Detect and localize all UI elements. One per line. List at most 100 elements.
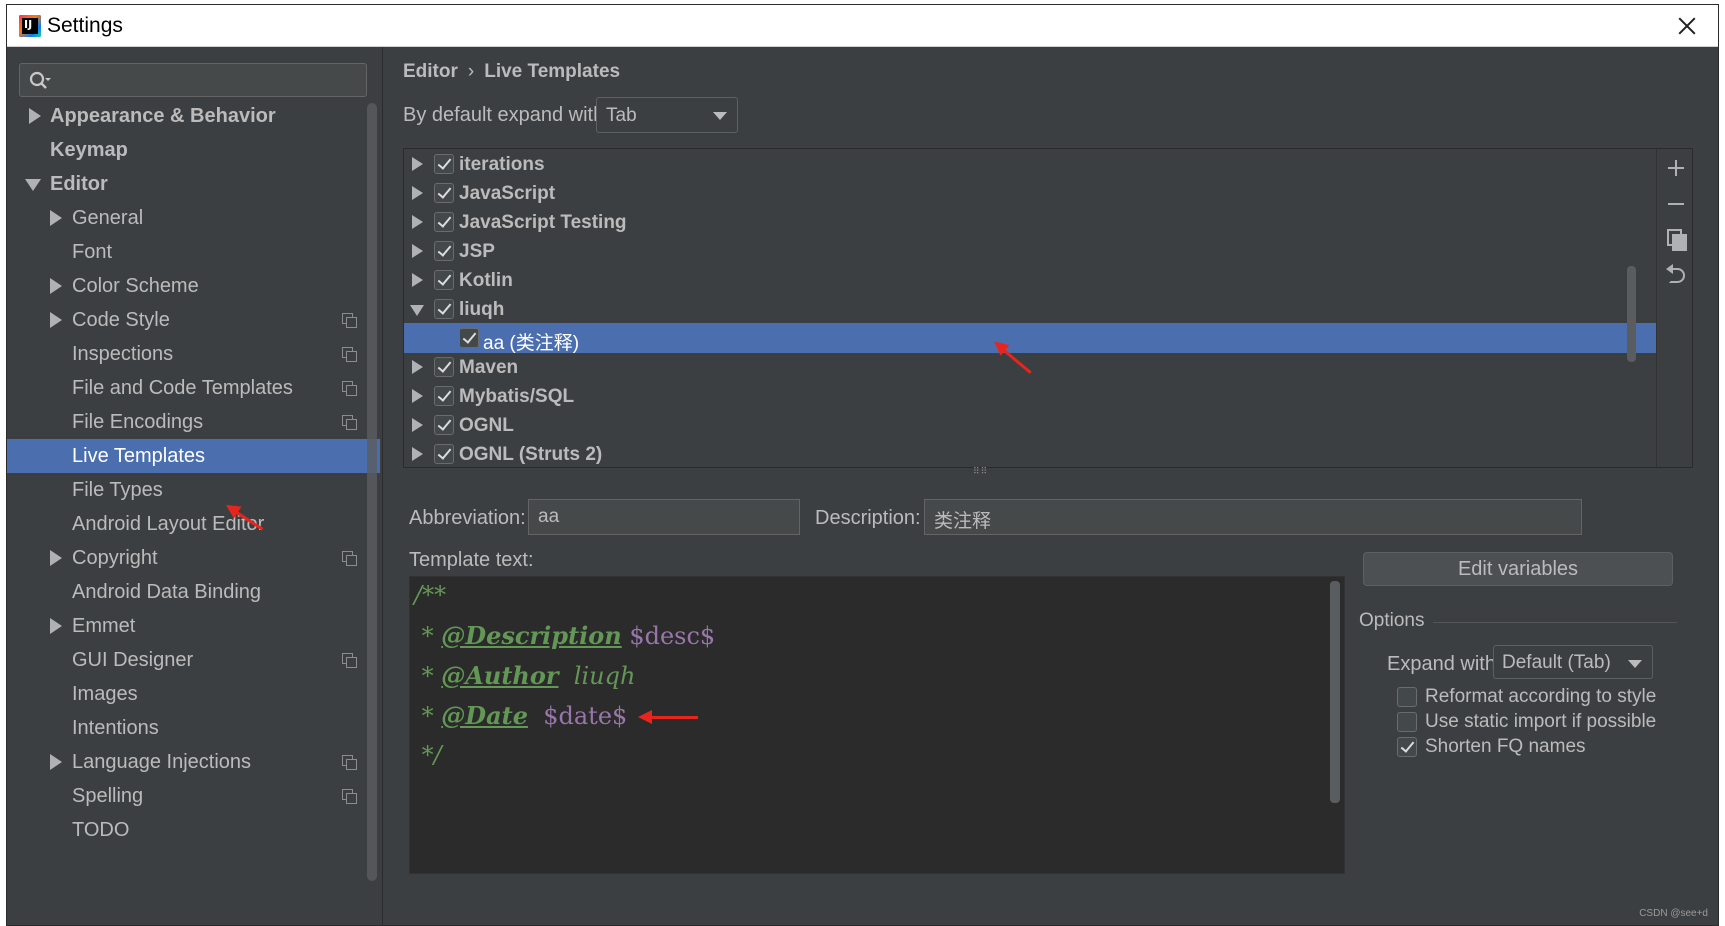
nav-file-encodings[interactable]: File Encodings xyxy=(7,405,380,439)
nav-general[interactable]: General xyxy=(7,201,380,235)
nav-appearance-behavior[interactable]: Appearance & Behavior xyxy=(7,99,380,133)
template-group-row[interactable]: JavaScript xyxy=(404,178,1656,208)
copy-icon[interactable] xyxy=(1665,227,1687,251)
expand-arrow-icon[interactable] xyxy=(412,215,423,229)
group-label: Kotlin xyxy=(459,270,513,291)
nav-editor[interactable]: Editor xyxy=(7,167,380,201)
doc-text: liuqh xyxy=(558,662,636,690)
search-input[interactable] xyxy=(54,68,354,92)
nav-emmet[interactable]: Emmet xyxy=(7,609,380,643)
nav-file-types[interactable]: File Types xyxy=(7,473,380,507)
editor-scrollbar[interactable] xyxy=(1330,581,1340,803)
group-checkbox[interactable] xyxy=(434,299,454,319)
breadcrumb-separator: › xyxy=(467,61,475,82)
remove-icon[interactable] xyxy=(1665,193,1687,215)
comment-star: * xyxy=(414,702,442,730)
nav-spelling[interactable]: Spelling xyxy=(7,779,380,813)
shorten-fq-checkbox[interactable] xyxy=(1397,737,1417,757)
collapse-arrow-icon[interactable] xyxy=(25,179,41,191)
expand-arrow-icon[interactable] xyxy=(412,447,423,461)
nav-color-scheme[interactable]: Color Scheme xyxy=(7,269,380,303)
expand-with-dropdown[interactable]: Default (Tab) xyxy=(1493,645,1653,679)
expand-arrow-icon[interactable] xyxy=(50,312,62,328)
sidebar-scrollbar[interactable] xyxy=(367,103,377,881)
breadcrumb: Editor › Live Templates xyxy=(403,61,620,83)
group-checkbox[interactable] xyxy=(434,270,454,290)
template-item-row[interactable]: aa (类注释) xyxy=(404,323,1656,354)
nav-inspections[interactable]: Inspections xyxy=(7,337,380,371)
nav-label: GUI Designer xyxy=(72,649,194,671)
template-group-row[interactable]: JavaScript Testing xyxy=(404,207,1656,237)
nav-gui-designer[interactable]: GUI Designer xyxy=(7,643,380,677)
template-group-row[interactable]: liuqh xyxy=(404,294,1656,324)
nav-label: Keymap xyxy=(50,139,128,161)
template-group-row[interactable]: Kotlin xyxy=(404,265,1656,295)
template-text-editor[interactable]: /** * @Description $desc$ * @Author liuq… xyxy=(409,576,1345,874)
group-checkbox[interactable] xyxy=(434,241,454,261)
expand-arrow-icon[interactable] xyxy=(412,157,423,171)
group-checkbox[interactable] xyxy=(434,212,454,232)
group-label: OGNL xyxy=(459,415,514,436)
nav-label: File Types xyxy=(72,479,163,501)
tree-scrollbar[interactable] xyxy=(1627,266,1636,362)
nav-android-data-binding[interactable]: Android Data Binding xyxy=(7,575,380,609)
nav-file-code-templates[interactable]: File and Code Templates xyxy=(7,371,380,405)
group-checkbox[interactable] xyxy=(434,386,454,406)
expand-arrow-icon[interactable] xyxy=(50,210,62,226)
tree-toolbar xyxy=(1656,149,1692,467)
group-label: JavaScript xyxy=(459,183,556,204)
default-expand-dropdown[interactable]: Tab xyxy=(596,97,738,133)
splitter-handle[interactable]: ⠿⠿ xyxy=(973,467,1003,477)
expand-arrow-icon[interactable] xyxy=(412,186,423,200)
expand-arrow-icon[interactable] xyxy=(412,273,423,287)
template-group-row[interactable]: Mybatis/SQL xyxy=(404,381,1656,411)
nav-live-templates[interactable]: Live Templates xyxy=(7,439,380,473)
description-field[interactable]: 类注释 xyxy=(924,499,1582,535)
nav-images[interactable]: Images xyxy=(7,677,380,711)
nav-code-style[interactable]: Code Style xyxy=(7,303,380,337)
collapse-arrow-icon[interactable] xyxy=(410,305,424,316)
group-checkbox[interactable] xyxy=(434,183,454,203)
group-checkbox[interactable] xyxy=(434,415,454,435)
expand-arrow-icon[interactable] xyxy=(29,108,41,124)
expand-arrow-icon[interactable] xyxy=(50,618,62,634)
template-group-row[interactable]: iterations xyxy=(404,149,1656,179)
group-checkbox[interactable] xyxy=(434,444,454,464)
template-checkbox[interactable] xyxy=(459,328,479,348)
static-import-checkbox[interactable] xyxy=(1397,712,1417,732)
settings-search[interactable] xyxy=(19,63,367,97)
edit-variables-button[interactable]: Edit variables xyxy=(1363,552,1673,586)
template-group-row[interactable]: Maven xyxy=(404,352,1656,382)
comment-star: * xyxy=(414,662,442,690)
nav-label: Color Scheme xyxy=(72,275,199,297)
breadcrumb-parent[interactable]: Editor xyxy=(403,61,458,82)
nav-label: Editor xyxy=(50,173,108,195)
nav-copyright[interactable]: Copyright xyxy=(7,541,380,575)
expand-arrow-icon[interactable] xyxy=(412,418,423,432)
template-group-row[interactable]: OGNL xyxy=(404,410,1656,440)
expand-arrow-icon[interactable] xyxy=(50,754,62,770)
nav-todo[interactable]: TODO xyxy=(7,813,380,847)
nav-language-injections[interactable]: Language Injections xyxy=(7,745,380,779)
template-group-row[interactable]: OGNL (Struts 2) xyxy=(404,439,1656,467)
expand-arrow-icon[interactable] xyxy=(50,278,62,294)
doc-tag: @Description xyxy=(441,621,622,650)
add-icon[interactable] xyxy=(1665,157,1687,179)
nav-label: Android Layout Editor xyxy=(72,513,265,535)
nav-keymap[interactable]: Keymap xyxy=(7,133,380,167)
restore-icon[interactable] xyxy=(1665,263,1687,285)
group-checkbox[interactable] xyxy=(434,154,454,174)
reformat-checkbox[interactable] xyxy=(1397,687,1417,707)
expand-arrow-icon[interactable] xyxy=(412,360,423,374)
expand-arrow-icon[interactable] xyxy=(50,550,62,566)
expand-arrow-icon[interactable] xyxy=(412,244,423,258)
expand-arrow-icon[interactable] xyxy=(412,389,423,403)
nav-font[interactable]: Font xyxy=(7,235,380,269)
chevron-down-icon xyxy=(1628,660,1642,668)
nav-android-layout-editor[interactable]: Android Layout Editor xyxy=(7,507,380,541)
close-button[interactable] xyxy=(1670,9,1704,43)
template-group-row[interactable]: JSP xyxy=(404,236,1656,266)
abbreviation-field[interactable]: aa xyxy=(528,499,800,535)
group-checkbox[interactable] xyxy=(434,357,454,377)
nav-intentions[interactable]: Intentions xyxy=(7,711,380,745)
